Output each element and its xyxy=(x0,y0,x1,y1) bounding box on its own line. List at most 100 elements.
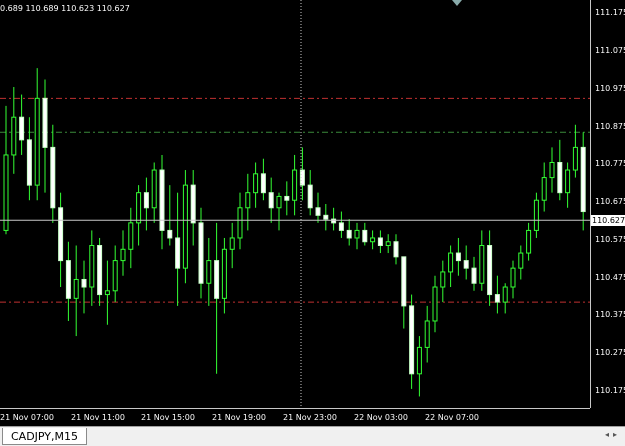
candle-body xyxy=(89,245,95,288)
candle-body xyxy=(362,229,368,243)
candle-body xyxy=(354,229,360,239)
candle-body xyxy=(253,173,259,194)
candle-body xyxy=(182,184,188,269)
candle-body xyxy=(331,218,337,224)
candle-body xyxy=(315,207,321,216)
candle-body xyxy=(502,286,508,303)
time-tick-label: 21 Nov 23:00 xyxy=(283,413,337,422)
candle-body xyxy=(19,116,25,141)
candle-body xyxy=(42,97,48,148)
time-tick-label: 21 Nov 19:00 xyxy=(212,413,266,422)
candle-body xyxy=(526,229,532,254)
candle-body xyxy=(494,294,500,303)
candle-body xyxy=(463,260,469,269)
shift-marker-icon[interactable] xyxy=(452,0,462,6)
candle-body xyxy=(34,97,40,186)
candle-body xyxy=(3,154,9,231)
candle-body xyxy=(432,286,438,322)
candle-body xyxy=(479,245,485,284)
candle-body xyxy=(206,260,212,284)
candle-body xyxy=(370,237,376,243)
time-tick-label: 22 Nov 03:00 xyxy=(354,413,408,422)
candle-body xyxy=(455,252,461,262)
price-tick-label: 110.175 xyxy=(595,385,625,395)
time-scale[interactable]: 21 Nov 07:00 21 Nov 11:00 21 Nov 15:00 21 N… xyxy=(0,408,590,426)
candle-body xyxy=(221,248,227,299)
candle-body xyxy=(73,278,79,299)
candle-body xyxy=(448,252,454,273)
current-price-label: 110.627 xyxy=(591,215,625,227)
candle-body xyxy=(151,169,157,209)
candle-body xyxy=(104,290,110,296)
candle-body xyxy=(97,245,103,296)
candle-body xyxy=(549,161,555,179)
candle-body xyxy=(572,146,578,171)
ohlc-readout: 0.689 110.689 110.623 110.627 xyxy=(0,4,130,13)
candle-body xyxy=(323,214,329,220)
candle-body xyxy=(409,305,415,375)
candle-body xyxy=(190,184,196,224)
candle-body xyxy=(284,195,290,201)
candle-body xyxy=(81,278,87,288)
scroll-arrows-icon[interactable]: ◂▸ xyxy=(605,430,621,439)
candle-body xyxy=(440,271,446,288)
candle-body xyxy=(268,192,274,209)
candle-body xyxy=(120,248,126,262)
price-tick-label: 111.075 xyxy=(595,46,625,56)
candle-body xyxy=(557,161,563,194)
chart-tab-bar: CADJPY,M15 ◂▸ xyxy=(0,426,625,446)
price-tick-label: 110.875 xyxy=(595,121,625,131)
candle-body xyxy=(565,169,571,194)
candle-body xyxy=(385,241,391,247)
candle-body xyxy=(346,229,352,239)
candle-body xyxy=(143,192,149,209)
candle-body xyxy=(276,195,282,209)
candle-body xyxy=(50,146,56,209)
tab-cadjpy-m15[interactable]: CADJPY,M15 xyxy=(2,428,88,445)
candle-body xyxy=(260,173,266,194)
candle-body xyxy=(533,199,539,231)
price-tick-label: 110.575 xyxy=(595,234,625,244)
candle-body xyxy=(198,222,204,284)
candle-body xyxy=(424,320,430,348)
candle-body xyxy=(229,237,235,250)
price-chart[interactable] xyxy=(0,0,590,408)
candle-body xyxy=(580,146,586,213)
time-tick-label: 21 Nov 11:00 xyxy=(71,413,125,422)
price-scale[interactable]: 111.175 111.075 110.975 110.875 110.775 110.6… xyxy=(590,0,625,408)
candle-body xyxy=(175,237,181,269)
candle-body xyxy=(58,207,64,262)
candle-body xyxy=(393,241,399,258)
candle-body xyxy=(128,222,134,250)
time-tick-label: 21 Nov 15:00 xyxy=(141,413,195,422)
candle-body xyxy=(11,116,17,156)
candle-body xyxy=(307,184,313,209)
candle-body xyxy=(245,192,251,209)
chart-area[interactable] xyxy=(0,0,590,408)
candle-body xyxy=(159,169,165,231)
candle-body xyxy=(487,245,493,296)
candle-body xyxy=(65,260,71,299)
price-tick-label: 111.175 xyxy=(595,8,625,18)
candle-body xyxy=(26,139,32,186)
candle-body xyxy=(416,346,422,375)
candle-body xyxy=(214,260,220,299)
candle-body xyxy=(401,256,407,307)
time-tick-label: 22 Nov 07:00 xyxy=(425,413,479,422)
price-tick-label: 110.375 xyxy=(595,310,625,320)
candle-body xyxy=(237,207,243,239)
price-tick-label: 110.475 xyxy=(595,272,625,282)
candle-body xyxy=(136,192,142,224)
candle-body xyxy=(338,222,344,231)
candle-body xyxy=(167,229,173,239)
price-tick-label: 110.275 xyxy=(595,348,625,358)
time-tick-label: 21 Nov 07:00 xyxy=(0,413,54,422)
candle-body xyxy=(377,237,383,247)
price-tick-label: 110.975 xyxy=(595,83,625,93)
candle-body xyxy=(112,260,118,292)
price-tick-label: 110.675 xyxy=(595,197,625,207)
candle-body xyxy=(518,252,524,269)
candle-body xyxy=(471,267,477,284)
candle-body xyxy=(510,267,516,288)
candle-body xyxy=(541,177,547,201)
